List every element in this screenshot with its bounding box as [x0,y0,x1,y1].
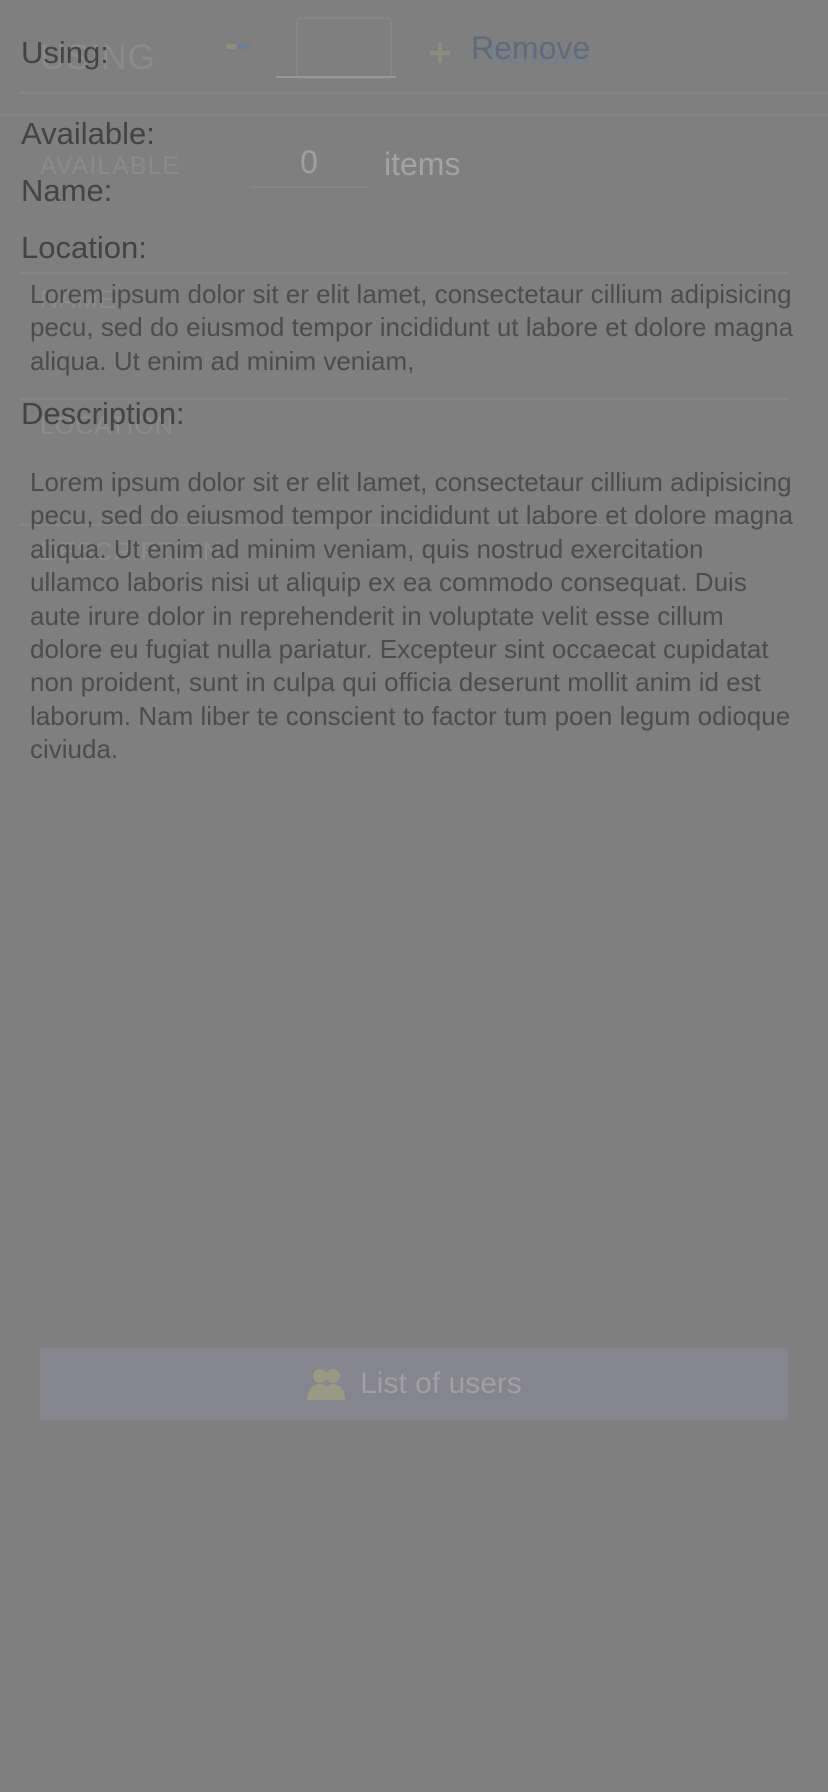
available-label: Available: [21,116,155,151]
location-text: Lorem ipsum dolor sit er elit lamet, con… [30,279,794,376]
remove-link[interactable]: Remove [471,30,590,67]
location-label: Location: [21,230,147,265]
description-text: Lorem ipsum dolor sit er elit lamet, con… [30,467,794,765]
name-label: Name: [21,173,113,208]
using-label: Using: [21,35,109,70]
details-overlay: Using: Remove Available: Name: Location:… [0,0,828,1792]
description-label: Description: [21,396,185,431]
